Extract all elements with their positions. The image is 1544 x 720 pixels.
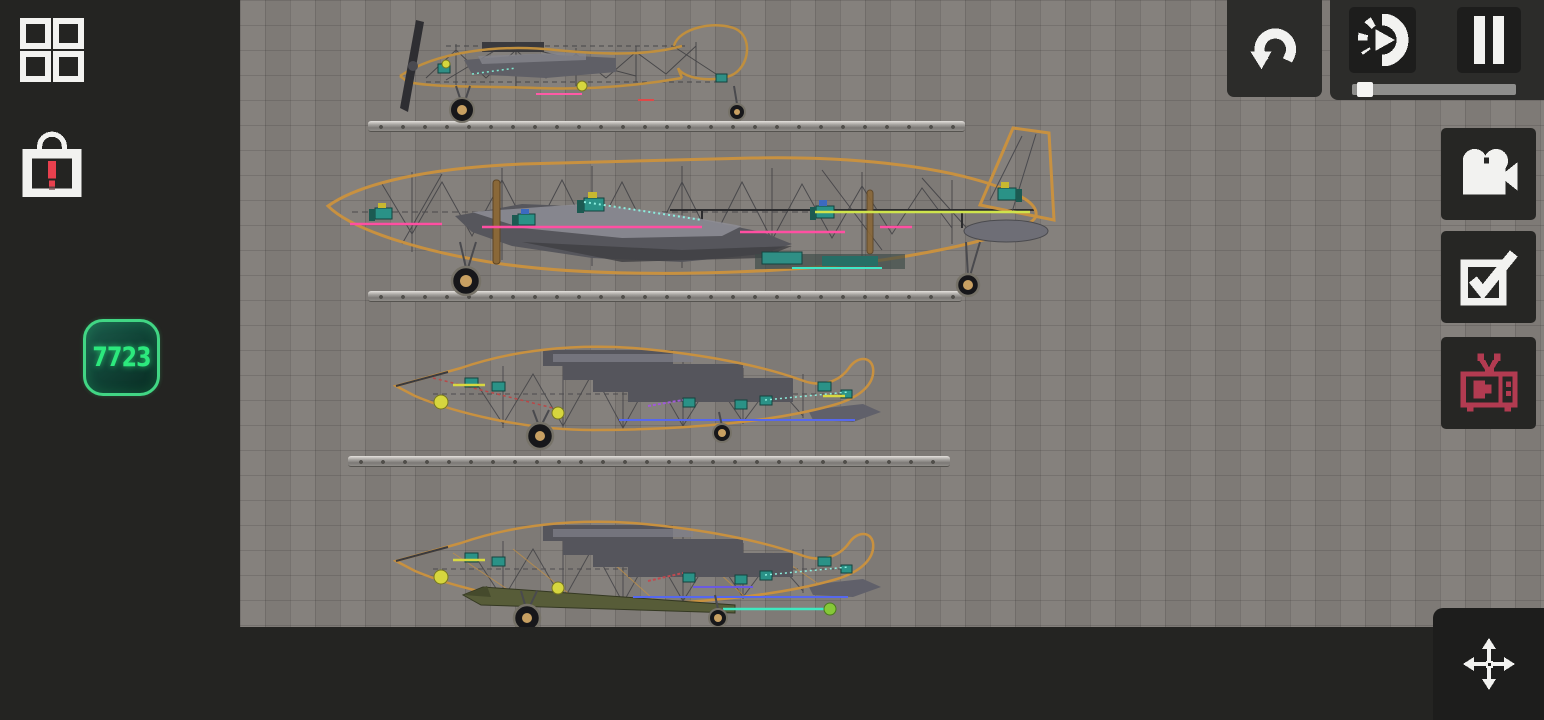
speed-slider-handle[interactable] [1357,82,1373,97]
move-arrows-icon [1462,638,1515,690]
counter-value: 7723 [92,342,151,373]
sim-speed-icon [1357,14,1408,66]
pause-button[interactable] [1457,7,1521,73]
plane-build-3[interactable] [393,338,885,450]
video-camera-icon [1462,148,1518,195]
platform-beam[interactable] [348,456,950,467]
lock-alert-button[interactable] [16,124,88,200]
speed-slider[interactable] [1352,82,1516,97]
belly-machinery [755,251,905,269]
wheel [449,97,746,123]
plane-build-2[interactable] [322,124,1062,300]
lock-alert-icon [22,131,82,197]
sim-speed-button[interactable] [1349,7,1416,73]
plane-build-1[interactable] [386,16,770,126]
tv-icon [1460,353,1517,412]
undo-arrow-icon [1249,27,1296,69]
tv-button[interactable] [1441,337,1536,429]
move-tool-button[interactable] [1433,608,1544,720]
counter-badge[interactable]: 7723 [83,319,160,396]
sim-controls-panel [1330,0,1544,100]
tasks-button[interactable] [1441,231,1536,323]
record-video-button[interactable] [1441,128,1536,220]
pause-icon [1474,16,1504,64]
grid-menu-icon [20,18,84,82]
menu-button[interactable] [14,12,90,88]
undo-button[interactable] [1227,0,1322,97]
checkbox-check-icon [1459,250,1518,306]
game-screen: 7723 [0,0,1544,720]
plane-build-4[interactable] [393,513,885,627]
